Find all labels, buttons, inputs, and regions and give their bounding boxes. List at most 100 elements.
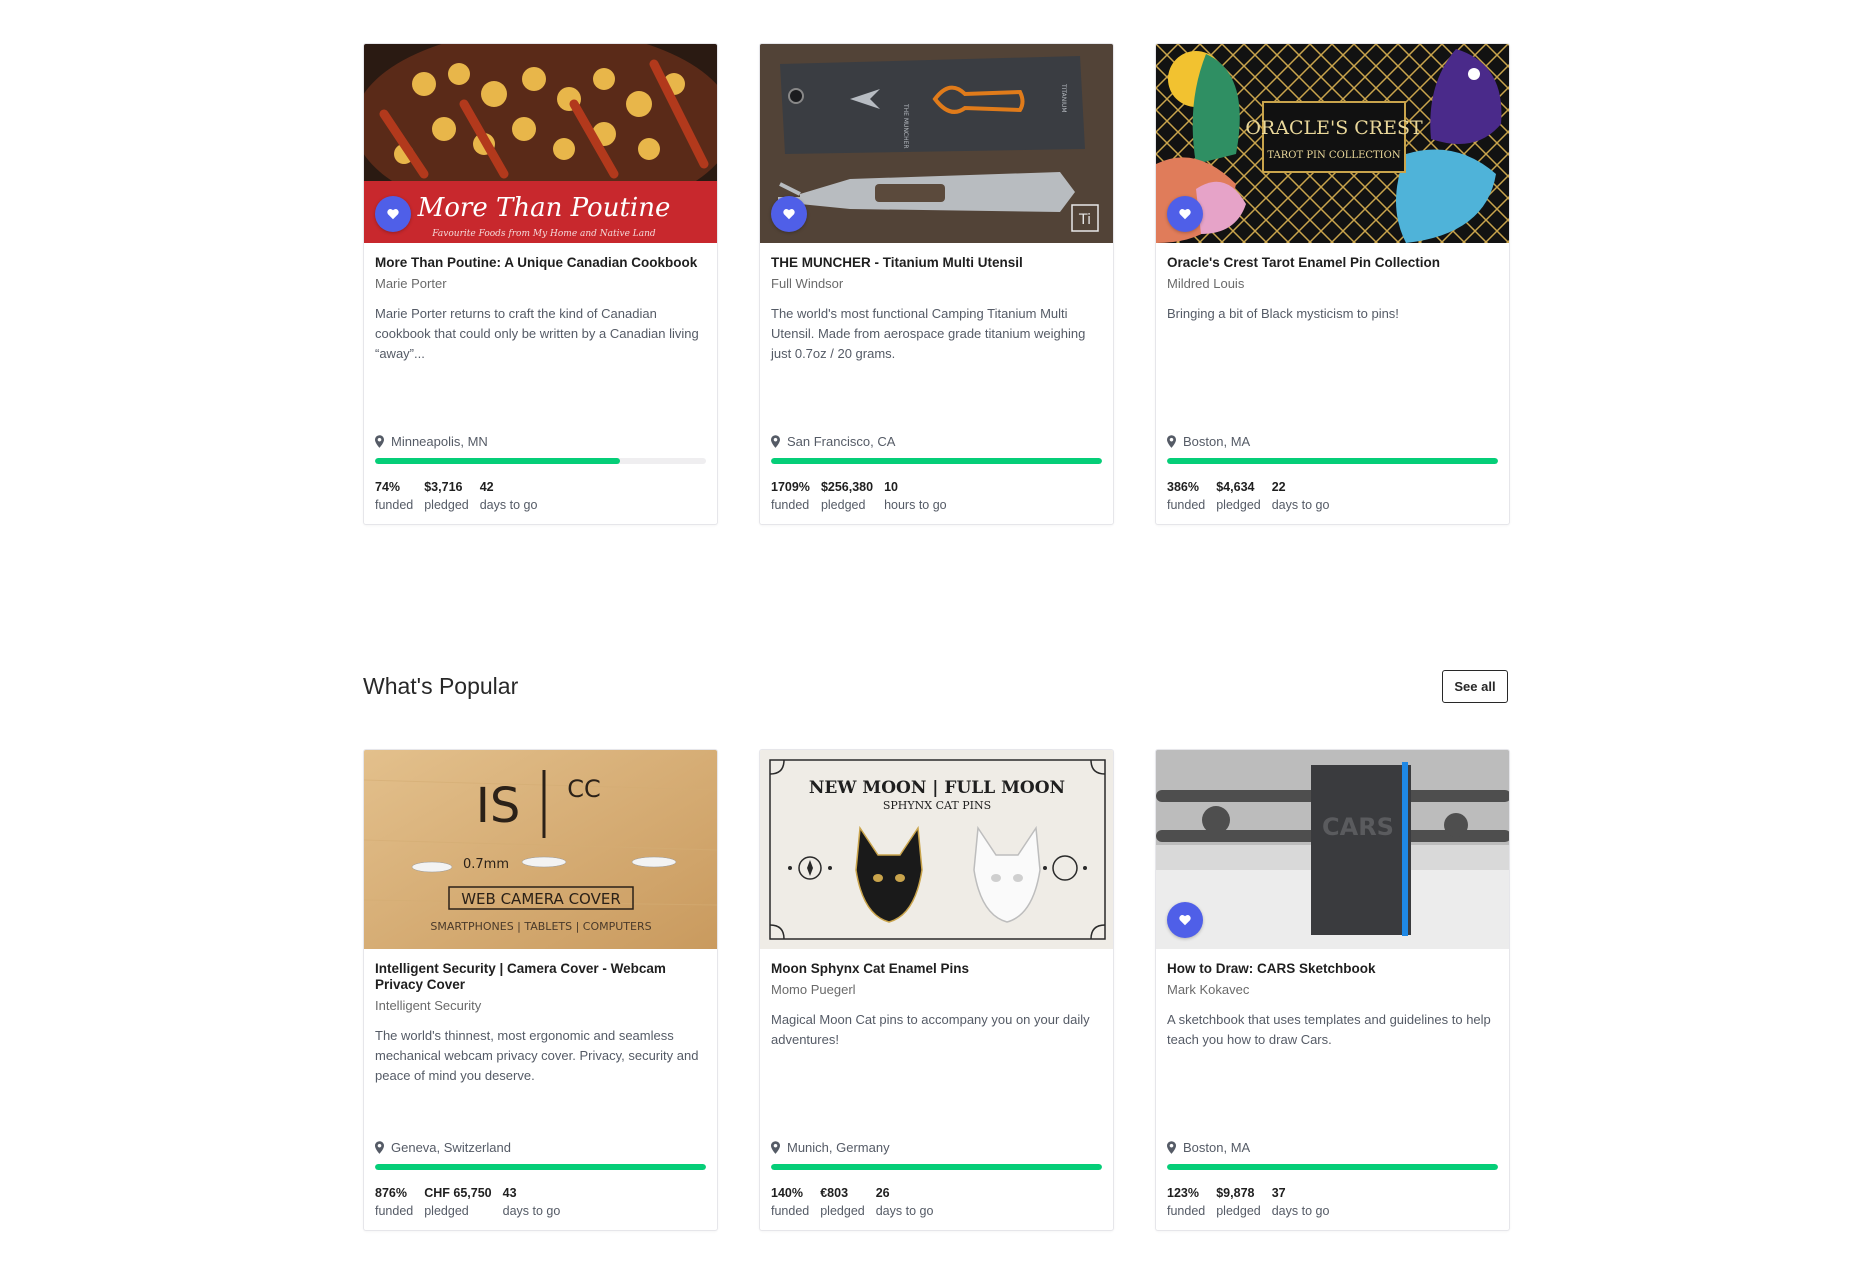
stat-label: funded	[771, 1204, 810, 1218]
project-creator[interactable]: Momo Puegerl	[771, 981, 1102, 998]
favorite-button[interactable]	[771, 196, 807, 232]
stat-label: hours to go	[884, 498, 947, 512]
project-image[interactable]: More Than Poutine Favourite Foods from M…	[364, 44, 717, 243]
location-label: Minneapolis, MN	[391, 434, 488, 449]
funding-progress-bar	[375, 1164, 706, 1170]
section-title: What's Popular	[363, 673, 519, 699]
project-title[interactable]: More Than Poutine: A Unique Canadian Coo…	[375, 255, 706, 271]
stat-label: pledged	[1216, 1204, 1261, 1218]
project-location[interactable]: Minneapolis, MN	[375, 434, 706, 449]
funding-progress-fill	[375, 1164, 706, 1170]
favorite-button[interactable]	[375, 196, 411, 232]
project-creator[interactable]: Intelligent Security	[375, 997, 706, 1014]
stat-value: 876%	[375, 1186, 407, 1200]
project-image[interactable]: NEW MOON | FULL MOON SPHYNX CAT PINS	[760, 750, 1113, 949]
project-image[interactable]: THE MUNCHER TITANIUM Ti	[760, 44, 1113, 243]
stat-funded: 74% funded	[375, 478, 413, 514]
stat-value: €803	[820, 1186, 849, 1200]
stat-pledged: $9,878 pledged	[1216, 1184, 1261, 1220]
stat-value: 43	[502, 1186, 517, 1200]
stat-value: $256,380	[820, 480, 874, 494]
project-image[interactable]: CARS	[1156, 750, 1509, 949]
funding-progress-fill	[1167, 1164, 1498, 1170]
stat-value: 74%	[375, 480, 401, 494]
stat-pledged: $3,716 pledged	[424, 478, 469, 514]
location-pin-icon	[1167, 1141, 1176, 1154]
stat-label: pledged	[820, 1204, 865, 1218]
funding-progress-bar	[1167, 1164, 1498, 1170]
project-card[interactable]: THE MUNCHER TITANIUM Ti THE MUNCHER - Ti…	[759, 43, 1114, 525]
stat-value: 10	[884, 480, 898, 494]
location-label: Boston, MA	[1183, 434, 1251, 449]
stat-time: 22 days to go	[1272, 478, 1330, 514]
project-blurb: The world's most functional Camping Tita…	[771, 306, 1086, 361]
stat-value: 140%	[771, 1186, 803, 1200]
image-thickness: 0.7mm	[463, 857, 509, 872]
project-creator[interactable]: Mildred Louis	[1167, 275, 1498, 292]
stat-value: 22	[1271, 480, 1286, 494]
stat-value: $3,716	[424, 480, 463, 494]
stat-value: CHF 65,750	[424, 1186, 492, 1200]
image-subline: SPHYNX CAT PINS	[883, 799, 991, 812]
stat-time: 26 days to go	[876, 1184, 934, 1220]
project-title[interactable]: THE MUNCHER - Titanium Multi Utensil	[771, 255, 1102, 271]
image-logo-sup: CC	[567, 775, 601, 803]
stat-value: 386%	[1167, 480, 1199, 494]
heart-icon	[1178, 913, 1192, 927]
project-stats: 386% funded $4,634 pledged 22 days to go	[1167, 478, 1498, 514]
project-title[interactable]: How to Draw: CARS Sketchbook	[1167, 961, 1498, 977]
project-title[interactable]: Oracle's Crest Tarot Enamel Pin Collecti…	[1167, 255, 1498, 271]
favorite-button[interactable]	[1167, 902, 1203, 938]
location-label: Boston, MA	[1183, 1140, 1251, 1155]
project-card[interactable]: More Than Poutine Favourite Foods from M…	[363, 43, 718, 525]
stat-value: $9,878	[1216, 1186, 1255, 1200]
project-image[interactable]: IS CC 0.7mm WEB CAMERA COVER SMARTPHONES…	[364, 750, 717, 949]
project-creator[interactable]: Full Windsor	[771, 275, 1102, 292]
location-pin-icon	[771, 1141, 780, 1154]
project-creator[interactable]: Mark Kokavec	[1167, 981, 1498, 998]
location-pin-icon	[375, 1141, 384, 1154]
stat-value: 37	[1271, 1186, 1286, 1200]
stat-funded: 1709% funded	[771, 478, 810, 514]
project-card[interactable]: IS CC 0.7mm WEB CAMERA COVER SMARTPHONES…	[363, 749, 718, 1231]
funding-progress-bar	[1167, 458, 1498, 464]
funding-progress-bar	[375, 458, 706, 464]
stat-value: 26	[875, 1186, 890, 1200]
stat-funded: 123% funded	[1167, 1184, 1205, 1220]
project-location[interactable]: Geneva, Switzerland	[375, 1140, 706, 1155]
see-all-button[interactable]: See all	[1442, 670, 1508, 703]
project-title[interactable]: Moon Sphynx Cat Enamel Pins	[771, 961, 1102, 977]
project-stats: 876% funded CHF 65,750 pledged 43 days to g…	[375, 1184, 706, 1220]
funding-progress-fill	[1167, 458, 1498, 464]
location-label: San Francisco, CA	[787, 434, 896, 449]
stat-label: pledged	[424, 1204, 469, 1218]
stat-label: pledged	[424, 498, 469, 512]
stat-label: days to go	[502, 1204, 561, 1218]
project-creator[interactable]: Marie Porter	[375, 275, 706, 292]
stat-label: funded	[1167, 1204, 1206, 1218]
project-blurb: The world's thinnest, most ergonomic and…	[375, 1028, 699, 1083]
stat-label: days to go	[875, 1204, 934, 1218]
project-grid-row-2: IS CC 0.7mm WEB CAMERA COVER SMARTPHONES…	[363, 749, 1510, 1231]
favorite-button[interactable]	[1167, 196, 1203, 232]
titanium-badge: Ti	[1078, 212, 1091, 228]
project-card[interactable]: CARS How to Draw: CARS Sketchbook Mark K…	[1155, 749, 1510, 1231]
stat-funded: 386% funded	[1167, 478, 1205, 514]
location-label: Munich, Germany	[787, 1140, 890, 1155]
image-headline: WEB CAMERA COVER	[461, 890, 621, 908]
project-location[interactable]: Boston, MA	[1167, 434, 1498, 449]
project-location[interactable]: Munich, Germany	[771, 1140, 1102, 1155]
project-title[interactable]: Intelligent Security | Camera Cover - We…	[375, 961, 706, 993]
project-image[interactable]: ORACLE'S CREST TAROT PIN COLLECTION	[1156, 44, 1509, 243]
stat-label: days to go	[1271, 1204, 1330, 1218]
stat-time: 10 hours to go	[884, 478, 947, 514]
project-blurb: Bringing a bit of Black mysticism to pin…	[1167, 306, 1399, 321]
location-label: Geneva, Switzerland	[391, 1140, 511, 1155]
location-pin-icon	[375, 435, 384, 448]
project-card[interactable]: ORACLE'S CREST TAROT PIN COLLECTION Orac…	[1155, 43, 1510, 525]
image-line-1: ORACLE'S CREST	[1245, 117, 1423, 139]
project-card[interactable]: NEW MOON | FULL MOON SPHYNX CAT PINS Moo…	[759, 749, 1114, 1231]
heart-icon	[1178, 207, 1192, 221]
project-location[interactable]: San Francisco, CA	[771, 434, 1102, 449]
project-location[interactable]: Boston, MA	[1167, 1140, 1498, 1155]
